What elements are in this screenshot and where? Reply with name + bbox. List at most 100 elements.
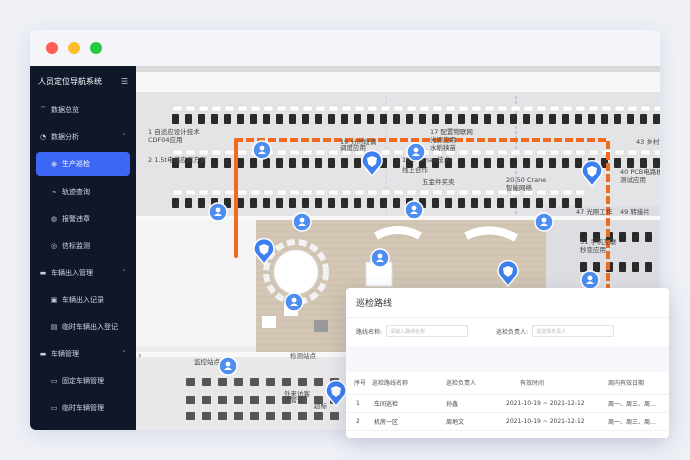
register-icon: ▤	[50, 322, 58, 331]
workstation	[653, 114, 660, 124]
desk	[237, 189, 248, 196]
sidebar-item-6[interactable]: ▬ 车辆出入管理 ˄	[30, 259, 136, 286]
desk	[471, 105, 482, 112]
table-row[interactable]: 2 机房一区 周地文 2021-10-19 ~ 2021-12-12 周一、周三…	[346, 412, 669, 431]
workstation	[302, 198, 309, 208]
sidebar-item-9[interactable]: ▬ 车辆管理 ˄	[30, 340, 136, 367]
workstation	[250, 396, 259, 404]
cell-name: 车间巡检	[368, 394, 446, 413]
cell-owner: 周地文	[446, 412, 506, 431]
desk	[315, 149, 326, 156]
sidebar-item-5[interactable]: ◎ 信标监测	[30, 232, 136, 259]
sidebar-item-3[interactable]: ⌁ 轨迹查询	[30, 178, 136, 205]
workstation	[445, 114, 452, 124]
panel-filters: 路线名称: 请输入路线名称 巡检负责人: 请选择负责人	[346, 318, 669, 344]
chair	[314, 320, 328, 332]
workstation	[380, 114, 387, 124]
person-marker[interactable]	[370, 248, 390, 268]
person-icon	[413, 147, 419, 153]
map-label: 测试应用	[620, 175, 646, 184]
workstation	[575, 114, 582, 124]
workstation	[614, 158, 621, 168]
workstation	[549, 158, 556, 168]
person-marker[interactable]	[580, 270, 600, 290]
workstation	[289, 198, 296, 208]
sidebar-item-11[interactable]: ▭ 临时车辆管理	[30, 394, 136, 421]
chart-icon: ◔	[39, 132, 47, 141]
desk	[523, 149, 534, 156]
workstation	[266, 378, 275, 386]
table-row[interactable]: 1 车间巡检 孙鑫 2021-10-19 ~ 2021-12-12 周一、周三、…	[346, 394, 669, 413]
map-label: 智能网络	[506, 183, 533, 192]
route-name-input[interactable]: 请输入路线名称	[386, 325, 469, 337]
desk	[185, 149, 196, 156]
workstation	[250, 114, 257, 124]
window-titlebar	[30, 30, 660, 66]
cell-no: 2	[346, 412, 368, 431]
menu-icon[interactable]: ☰	[121, 77, 128, 86]
desk	[211, 105, 222, 112]
workstation	[218, 412, 227, 420]
person-marker[interactable]	[252, 140, 272, 160]
sidebar-item-0[interactable]: ⌔ 数据总览	[30, 96, 136, 123]
desk	[276, 105, 287, 112]
map-label: 秒变应用	[580, 245, 606, 254]
workstation	[276, 114, 283, 124]
cell-time: 2021-10-19 ~ 2021-12-12	[506, 394, 602, 413]
car-icon: ▭	[50, 403, 58, 412]
wifi-icon: ⌔	[39, 105, 47, 113]
person-marker[interactable]	[208, 202, 228, 222]
workstation	[619, 232, 626, 242]
workstation	[250, 412, 259, 420]
map-label: 顶管道	[284, 395, 304, 404]
sidebar-item-10[interactable]: ▭ 固定车辆管理	[30, 367, 136, 394]
workstation	[458, 198, 465, 208]
minimize-button[interactable]	[68, 42, 80, 54]
person-marker[interactable]	[406, 142, 426, 162]
sidebar-item-1[interactable]: ◔ 数据分析 ˄	[30, 123, 136, 150]
person-marker[interactable]	[534, 212, 554, 232]
person-marker[interactable]	[284, 292, 304, 312]
desk	[263, 189, 274, 196]
desk	[367, 189, 378, 196]
person-icon	[541, 217, 547, 223]
sidebar-item-4[interactable]: ◍ 报警违章	[30, 205, 136, 232]
desk	[315, 105, 326, 112]
desk	[185, 189, 196, 196]
maximize-button[interactable]	[90, 42, 102, 54]
sidebar-item-label: 信标监测	[62, 241, 90, 250]
route-table: 序号 巡检路线名称 巡检负责人 有效时间 周内有效日期 1 车间巡检 孙鑫 20…	[346, 372, 669, 431]
desk	[575, 149, 586, 156]
workstation	[224, 114, 231, 124]
owner-select[interactable]: 请选择负责人	[532, 325, 615, 337]
workstation	[218, 396, 227, 404]
workstation	[314, 378, 323, 386]
person-marker[interactable]	[218, 356, 238, 376]
desk	[224, 149, 235, 156]
cell-days: 周一、周三、周...	[602, 412, 669, 431]
desk	[432, 105, 443, 112]
workstation	[549, 198, 556, 208]
sidebar-item-7[interactable]: ▣ 车辆出入记录	[30, 286, 136, 313]
desk	[523, 105, 534, 112]
desk	[172, 189, 183, 196]
sidebar-item-8[interactable]: ▤ 临时车辆出入登记	[30, 313, 136, 340]
desk	[588, 149, 599, 156]
top-wall-edge	[136, 66, 660, 72]
person-marker[interactable]	[404, 200, 424, 220]
workstation	[250, 378, 259, 386]
workstation	[523, 114, 530, 124]
cell-name: 机房一区	[368, 412, 446, 431]
table-header-row: 序号 巡检路线名称 巡检负责人 有效时间 周内有效日期	[346, 372, 669, 395]
alarm-icon: ◍	[50, 214, 58, 223]
collapse-arrow[interactable]: ›	[138, 351, 142, 361]
workstation	[211, 158, 218, 168]
workstation	[458, 158, 465, 168]
sidebar-item-2[interactable]: ◉ 生产巡检	[36, 152, 130, 176]
person-marker[interactable]	[292, 212, 312, 232]
close-button[interactable]	[46, 42, 58, 54]
sidebar-item-label: 临时车辆管理	[62, 403, 104, 412]
workstation	[497, 114, 504, 124]
desk	[458, 149, 469, 156]
map-label: 超标	[314, 401, 328, 410]
